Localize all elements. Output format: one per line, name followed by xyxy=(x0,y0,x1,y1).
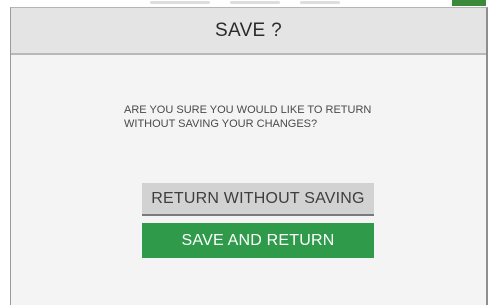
return-without-saving-button[interactable]: RETURN WITHOUT SAVING xyxy=(142,183,374,216)
background-smudge xyxy=(150,1,210,4)
background-smudge xyxy=(300,1,340,4)
dialog-body: ARE YOU SURE YOU WOULD LIKE TO RETURN WI… xyxy=(11,55,486,304)
page: SAVE ? ARE YOU SURE YOU WOULD LIKE TO RE… xyxy=(0,0,489,306)
save-dialog: SAVE ? ARE YOU SURE YOU WOULD LIKE TO RE… xyxy=(10,7,488,305)
background-accent xyxy=(452,0,486,6)
dialog-header: SAVE ? xyxy=(11,8,486,55)
dialog-title: SAVE ? xyxy=(215,19,282,41)
background-smudge xyxy=(230,1,280,4)
dialog-message: ARE YOU SURE YOU WOULD LIKE TO RETURN WI… xyxy=(124,104,372,130)
save-and-return-button[interactable]: SAVE AND RETURN xyxy=(142,223,374,258)
